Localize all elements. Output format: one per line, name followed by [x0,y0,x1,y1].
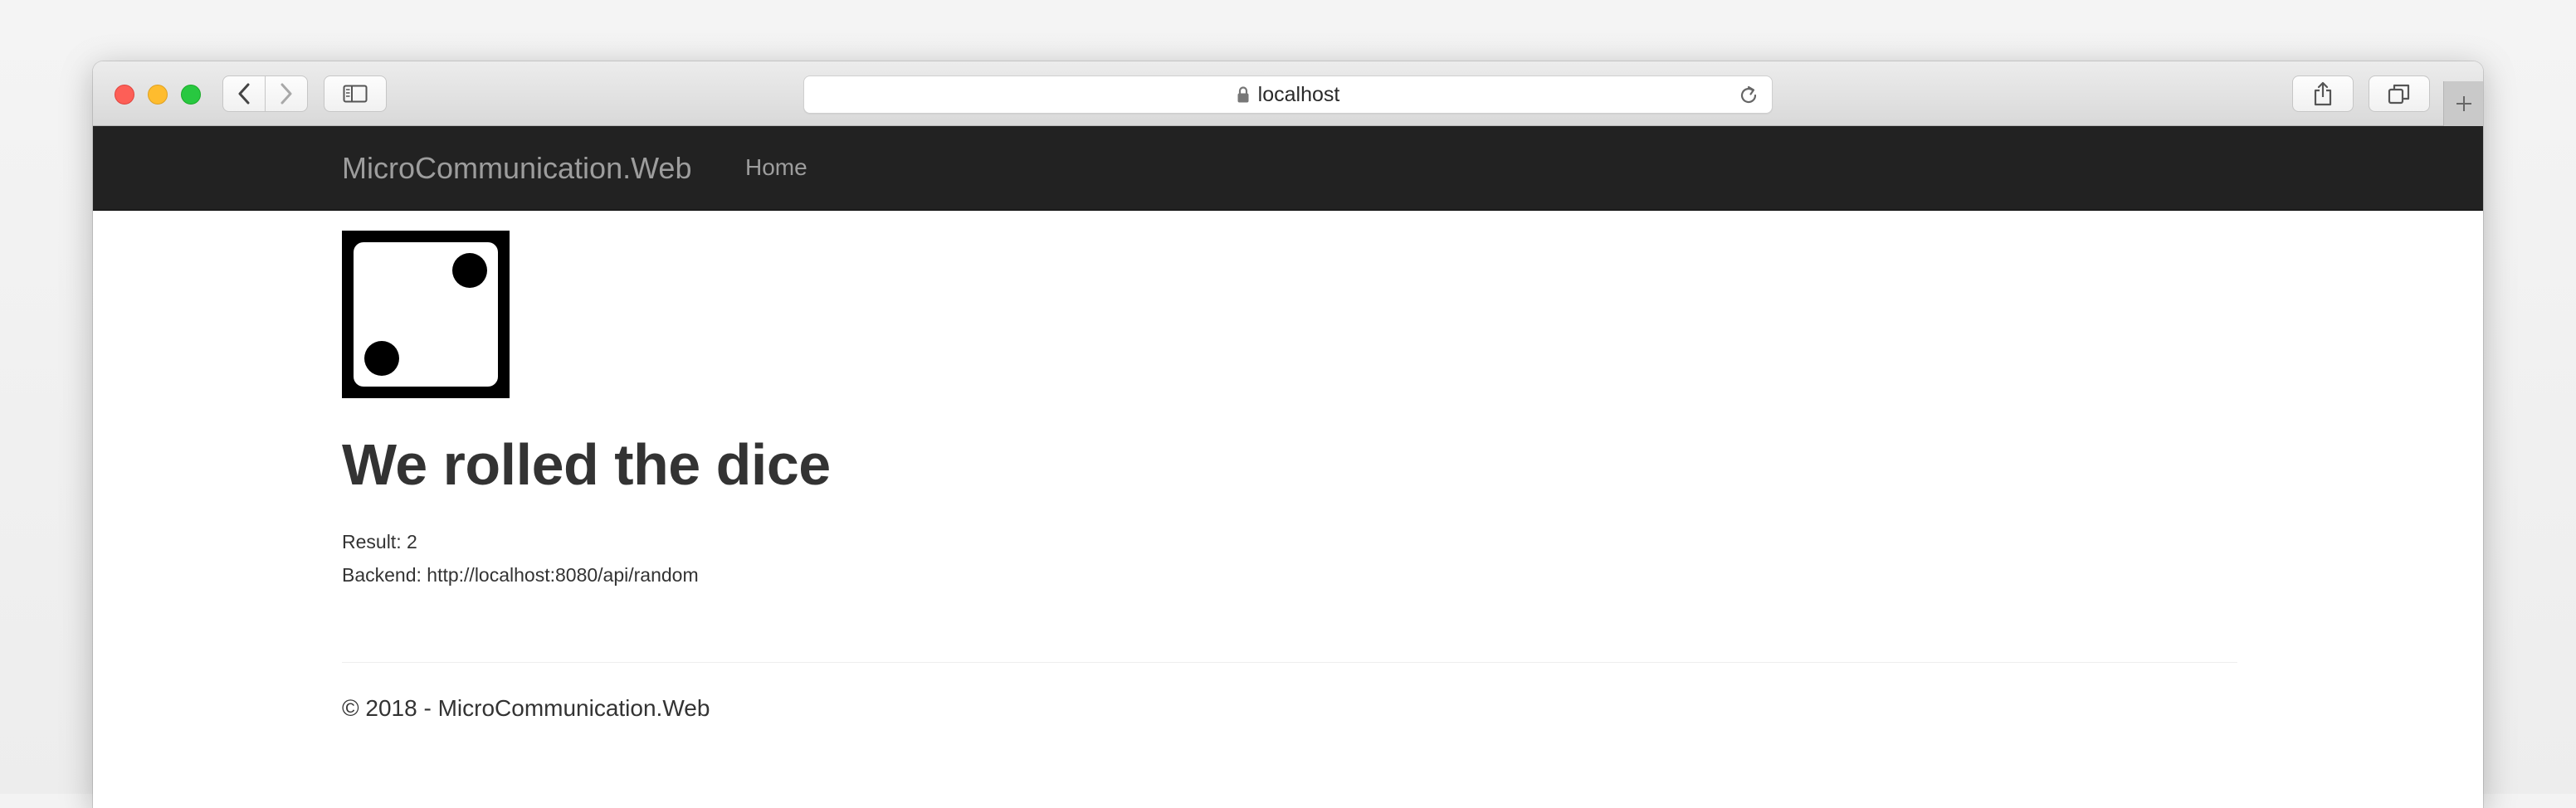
dice-pip [452,253,487,288]
dice-pip [364,341,399,376]
back-button[interactable] [222,75,266,112]
new-tab-button[interactable] [2443,81,2483,126]
site-navbar: MicroCommunication.Web Home [93,126,2483,211]
chevron-left-icon [238,83,250,105]
backend-text: Backend: http://localhost:8080/api/rando… [342,564,699,586]
sidebar-icon [343,85,368,103]
tab-overview-button[interactable] [2369,75,2430,112]
browser-toolbar: localhost [93,61,2483,126]
address-bar[interactable]: localhost [803,75,1773,114]
nav-link-home[interactable]: Home [745,154,807,181]
share-icon [2314,81,2332,106]
plus-icon [2456,96,2471,111]
page-title: We rolled the dice [342,432,831,497]
sidebar-button[interactable] [324,75,387,112]
dice-two-icon [342,231,510,398]
address-content: localhost [804,76,1772,113]
web-page: MicroCommunication.Web Home We rolled th… [93,126,2483,808]
zoom-window-button[interactable] [181,85,201,105]
browser-window: localhost MicroCommunication.Web Home We… [93,61,2483,808]
chevron-right-icon [281,83,292,105]
navbar-brand-link[interactable]: MicroCommunication.Web [342,151,691,186]
minimize-window-button[interactable] [148,85,168,105]
result-text: Result: 2 [342,531,417,552]
close-window-button[interactable] [115,85,134,105]
share-button[interactable] [2292,75,2354,112]
footer-divider [342,662,2237,663]
url-text: localhost [1257,82,1340,106]
reload-icon[interactable] [1737,84,1760,107]
footer-copyright: © 2018 - MicroCommunication.Web [342,695,710,721]
forward-button[interactable] [265,75,308,112]
tabs-overview-icon [2388,84,2410,105]
lock-icon [1237,86,1249,103]
